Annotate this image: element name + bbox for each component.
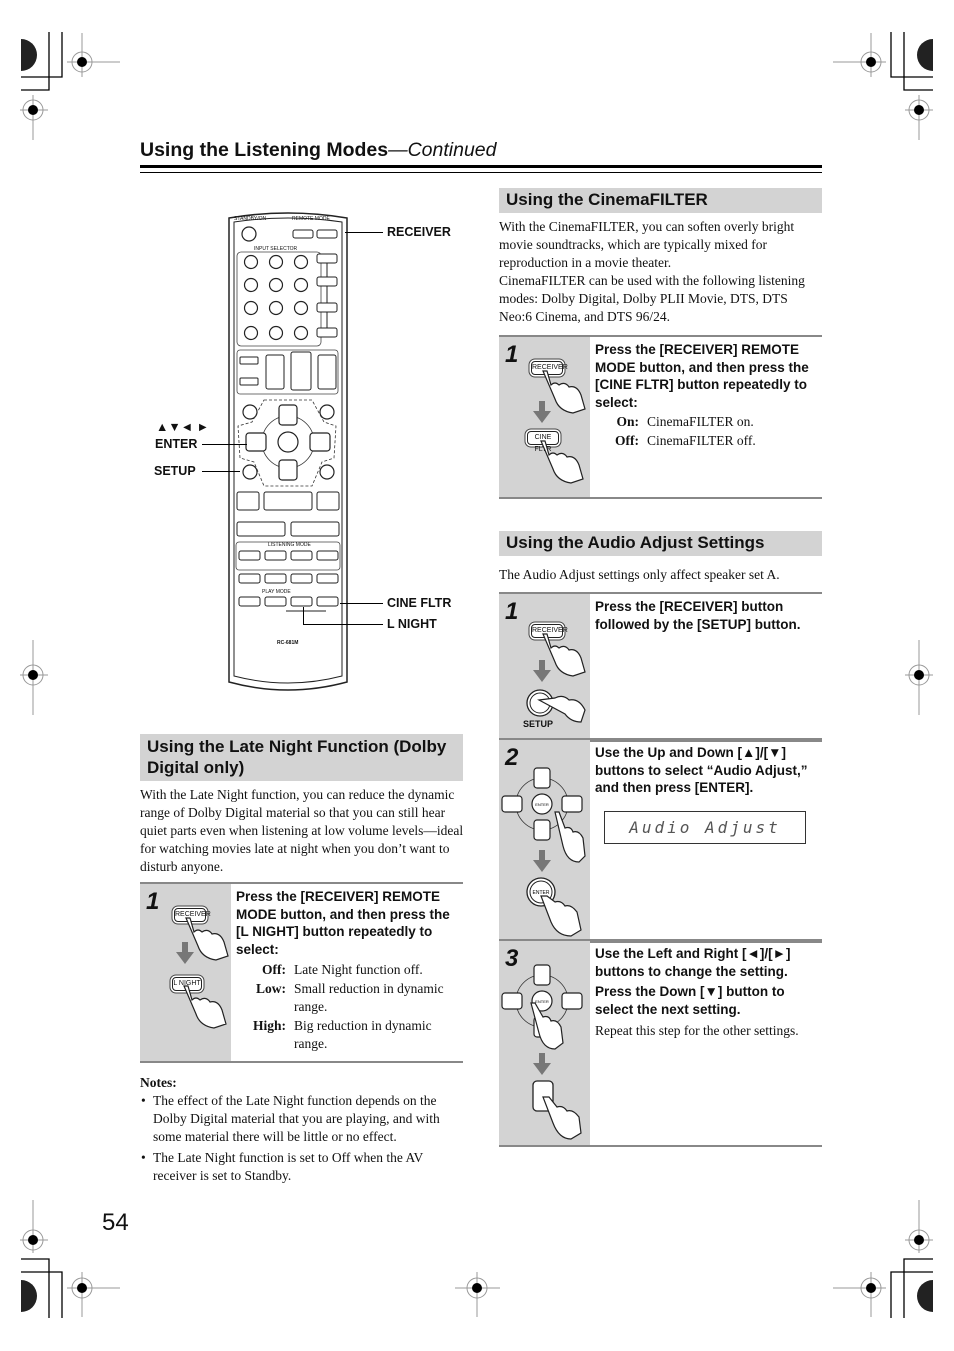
callout-line-cine-fltr — [340, 603, 383, 604]
callout-line-l-night — [303, 624, 383, 625]
down-arrow-icon — [176, 952, 194, 964]
step-instruction-1: Use the Left and Right [◄]/[►] buttons t… — [595, 946, 791, 979]
option-row: Off: Late Night function off. — [236, 961, 463, 980]
down-arrow-icon — [533, 670, 551, 682]
step-illustration-panel: 1 RECEIVER L NIGHT — [140, 884, 231, 1061]
step-illustration-panel: 3 ENTER — [499, 941, 590, 1145]
audio-adjust-intro: The Audio Adjust settings only affect sp… — [499, 567, 780, 582]
page-number: 54 — [102, 1209, 129, 1236]
remote-mode-label: REMOTE MODE — [292, 216, 330, 222]
step-instruction: Use the Up and Down [▲]/[▼] buttons to s… — [595, 745, 808, 795]
pointing-hand-icon — [542, 370, 586, 414]
header-rule-thin — [140, 172, 822, 173]
step-instruction: Press the [RECEIVER] REMOTE MODE button,… — [236, 889, 450, 957]
page-heading-title: Using the Listening Modes — [140, 139, 389, 161]
listening-mode-label: LISTENING MODE — [268, 542, 311, 548]
option-row: Off: CinemaFILTER off. — [595, 432, 822, 451]
option-key: High: — [252, 1017, 286, 1033]
down-arrow-stem — [182, 942, 188, 952]
page-heading-continued: —Continued — [388, 139, 497, 161]
step-number: 1 — [505, 341, 519, 368]
option-key: Off: — [262, 962, 286, 977]
down-arrow-icon — [533, 860, 551, 872]
option-row: High: Big reduction in dynamic range. — [236, 1017, 463, 1054]
callout-cine-fltr: CINE FLTR — [387, 596, 452, 610]
down-arrow-stem — [539, 1053, 545, 1063]
step-illustration-panel: 1 RECEIVER SETUP — [499, 594, 590, 738]
cinemafilter-intro-1: With the CinemaFILTER, you can soften ov… — [499, 219, 795, 270]
callout-l-night: L NIGHT — [387, 617, 437, 631]
step-instruction: Press the [RECEIVER] REMOTE MODE button,… — [595, 342, 809, 410]
pointing-hand-icon — [183, 985, 227, 1029]
header-rule-thick — [140, 165, 822, 168]
down-arrow-stem — [539, 660, 545, 670]
option-value: Late Night function off. — [294, 962, 423, 977]
enter-button-illustration: ENTER — [526, 877, 582, 937]
notes-list: The effect of the Late Night function de… — [140, 1092, 465, 1188]
option-row: On: CinemaFILTER on. — [595, 413, 822, 432]
notes-title: Notes: — [140, 1075, 177, 1090]
input-selector-label: INPUT SELECTOR — [254, 246, 298, 252]
step-illustration-panel: 1 RECEIVER CINE FLTR — [499, 337, 590, 497]
down-arrow-icon — [533, 411, 551, 423]
audio-adjust-heading: Using the Audio Adjust Settings — [499, 531, 822, 556]
play-mode-label: PLAY MODE — [262, 589, 291, 595]
option-value: CinemaFILTER on. — [647, 414, 754, 429]
cinemafilter-step-1: 1 RECEIVER CINE FLTR Press the [RECEIVER… — [499, 335, 822, 499]
cinemafilter-intro-2: CinemaFILTER can be used with the follow… — [499, 273, 805, 324]
remote-model: RC-681M — [277, 640, 299, 646]
step-number: 1 — [146, 888, 160, 915]
down-arrow-stem — [539, 850, 545, 860]
audio-adjust-step-3: 3 ENTER Use the Left and Right [◄]/[►] b… — [499, 941, 822, 1147]
option-value: Small reduction in dynamic range. — [294, 980, 444, 1015]
step-instruction: Press the [RECEIVER] button followed by … — [595, 599, 801, 632]
callout-line-setup — [202, 471, 240, 472]
option-list: On: CinemaFILTER on. Off: CinemaFILTER off… — [595, 413, 822, 450]
note-item: The effect of the Late Night function de… — [140, 1092, 465, 1146]
late-night-intro: With the Late Night function, you can re… — [140, 787, 464, 874]
step-illustration-panel: 2 ENTER ENTER — [499, 740, 590, 939]
standby-label: STANDBY/ON — [234, 216, 267, 222]
callout-enter: ENTER — [155, 437, 198, 451]
step-instruction-2: Press the Down [▼] button to select the … — [595, 984, 785, 1017]
down-arrow-icon — [533, 1063, 551, 1075]
lcd-display: Audio Adjust — [604, 811, 806, 844]
page-heading: Using the Listening Modes—Continued — [140, 139, 497, 162]
step-instruction: Use the Left and Right [◄]/[►] buttons t… — [595, 945, 822, 1018]
enter-label: ENTER — [533, 890, 550, 896]
option-key: On: — [616, 414, 639, 429]
callout-line-l-night-v — [303, 607, 304, 624]
step-note: Repeat this step for the other settings. — [595, 1023, 799, 1038]
note-item: The Late Night function is set to Off wh… — [140, 1149, 465, 1185]
pointing-hand-icon — [540, 440, 584, 484]
audio-adjust-step-1: 1 RECEIVER SETUP Press the [RECEIVER] bu… — [499, 592, 822, 740]
down-button-illustration — [532, 1080, 582, 1140]
option-key: Low: — [256, 980, 286, 996]
callout-line-enter — [202, 444, 247, 445]
setup-label: SETUP — [523, 719, 554, 729]
step-number: 1 — [505, 598, 519, 625]
option-value: CinemaFILTER off. — [647, 432, 756, 448]
callout-line-receiver — [345, 232, 383, 233]
late-night-heading: Using the Late Night Function (Dolby Dig… — [140, 734, 463, 781]
option-row: Low: Small reduction in dynamic range. — [236, 980, 463, 1017]
option-key: Off: — [615, 432, 639, 448]
option-value: Big reduction in dynamic range. — [294, 1017, 432, 1052]
callout-receiver: RECEIVER — [387, 225, 451, 239]
callout-setup: SETUP — [154, 464, 196, 478]
late-night-step-1: 1 RECEIVER L NIGHT Press the [RECEIVER] … — [140, 882, 463, 1063]
down-arrow-stem — [539, 401, 545, 411]
pointing-hand-icon — [554, 811, 586, 863]
callout-arrows: ▲▼◄ ► — [156, 420, 209, 434]
option-list: Off: Late Night function off. Low: Small r… — [236, 961, 463, 1054]
remote-body — [228, 212, 348, 691]
remote-control-illustration: STANDBY/ON REMOTE MODE INPUT SELECTOR LI… — [226, 200, 350, 692]
audio-adjust-step-2: 2 ENTER ENTER Use the Up and Down [▲]/[▼… — [499, 740, 822, 941]
cinemafilter-heading: Using the CinemaFILTER — [499, 188, 822, 213]
svg-text:ENTER: ENTER — [535, 802, 549, 807]
pointing-hand-icon — [530, 1002, 564, 1050]
cinemafilter-intro: With the CinemaFILTER, you can soften ov… — [499, 218, 824, 326]
